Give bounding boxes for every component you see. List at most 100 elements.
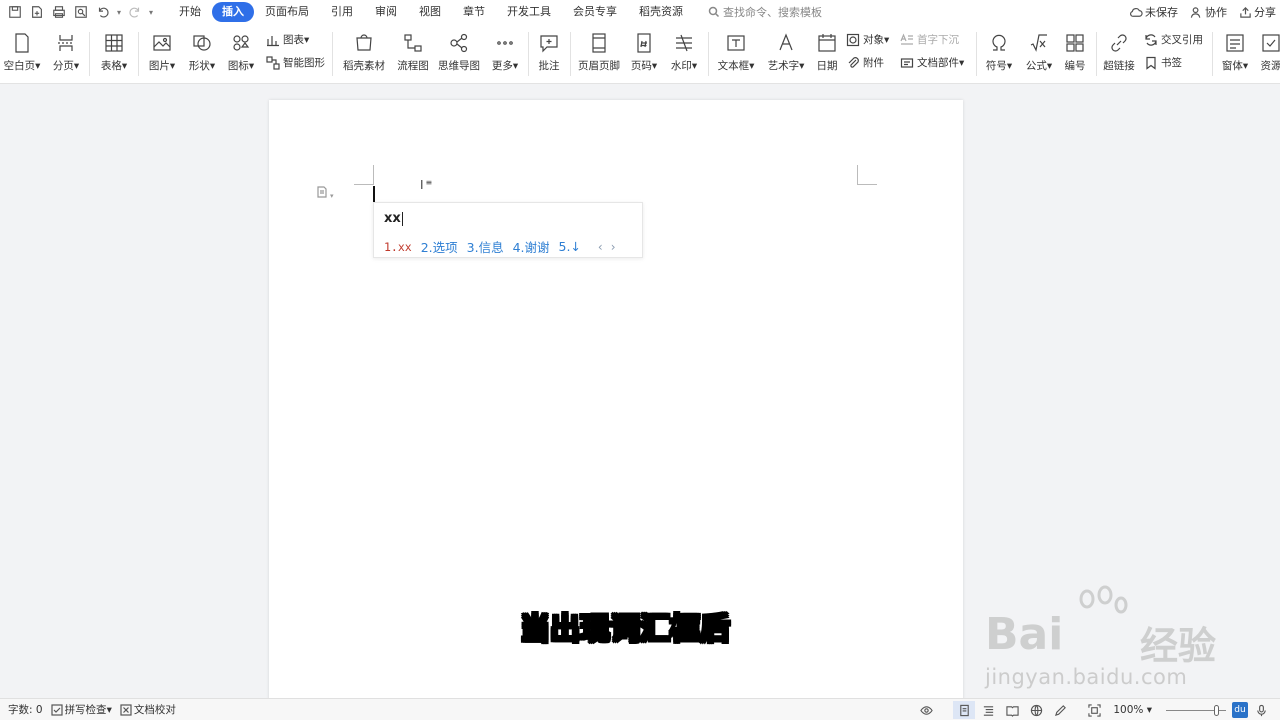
collab-button[interactable]: 协作: [1190, 4, 1227, 20]
status-right: 100% ▾ du: [913, 699, 1272, 720]
tab-docer[interactable]: 稻壳资源: [628, 2, 694, 22]
bookmark-button[interactable]: 书签: [1144, 55, 1182, 70]
page-number-button[interactable]: 页码▾: [626, 30, 662, 73]
ibeam-cursor-icon: I ≡: [420, 178, 433, 192]
customize-icon[interactable]: ▾: [146, 1, 156, 23]
spell-check-button[interactable]: 拼写检查 ▾: [50, 702, 112, 717]
form-button[interactable]: 窗体▾: [1218, 30, 1252, 73]
ime-candidate-5[interactable]: 5.↓: [559, 239, 581, 254]
share-button[interactable]: 分享: [1239, 4, 1276, 20]
page-break-button[interactable]: 分页▾: [48, 30, 84, 73]
margin-corner-right: [857, 165, 877, 185]
numbering-button[interactable]: 编号: [1060, 30, 1090, 73]
formula-button[interactable]: 公式▾: [1022, 30, 1056, 73]
zoom-level[interactable]: 100% ▾: [1113, 704, 1152, 716]
quick-access-toolbar: ▾ ▾: [0, 1, 156, 23]
tab-view[interactable]: 视图: [408, 2, 452, 22]
mind-map-icon: [450, 33, 468, 53]
form-icon: [1226, 34, 1244, 52]
symbol-button[interactable]: 符号▾: [982, 30, 1016, 73]
text-box-button[interactable]: 文本框▾: [714, 30, 758, 73]
doc-parts-button[interactable]: 文档部件 ▾: [900, 55, 964, 70]
picture-button[interactable]: 图片▾: [144, 30, 180, 73]
outline-view-icon[interactable]: [977, 701, 999, 719]
web-view-icon[interactable]: [1025, 701, 1047, 719]
icon-button[interactable]: 图标▾: [223, 30, 259, 73]
mind-map-button[interactable]: 思维导图: [436, 30, 482, 73]
redo-icon[interactable]: [124, 1, 146, 23]
bookmark-icon: [1146, 56, 1156, 70]
ime-candidate-3[interactable]: 3.信息: [467, 237, 504, 256]
ime-candidate-2[interactable]: 2.选项: [421, 237, 458, 256]
calendar-icon: [818, 34, 836, 52]
tab-references[interactable]: 引用: [320, 2, 364, 22]
tab-member[interactable]: 会员专享: [562, 2, 628, 22]
unsaved-button[interactable]: 未保存: [1130, 4, 1178, 20]
tab-developer[interactable]: 开发工具: [496, 2, 562, 22]
tab-page-layout[interactable]: 页面布局: [254, 2, 320, 22]
write-view-icon[interactable]: [1049, 701, 1071, 719]
ribbon-separator: [708, 32, 709, 76]
date-button[interactable]: 日期: [812, 30, 842, 73]
print-preview-icon[interactable]: [70, 1, 92, 23]
tab-home[interactable]: 开始: [168, 2, 212, 22]
flowchart-button[interactable]: 流程图: [395, 30, 431, 73]
picture-icon: [153, 35, 171, 51]
omega-icon: [992, 34, 1006, 51]
undo-icon[interactable]: [92, 1, 114, 23]
microphone-icon[interactable]: [1250, 701, 1272, 719]
baidu-jingyan-watermark: Bai 经验 jingyan.baidu.com: [985, 585, 1245, 695]
ime-candidate-1[interactable]: 1.xx: [384, 240, 412, 254]
shape-button[interactable]: 形状▾: [184, 30, 220, 73]
reading-view-icon[interactable]: [1001, 701, 1023, 719]
tab-review[interactable]: 审阅: [364, 2, 408, 22]
table-button[interactable]: 表格▾: [96, 30, 132, 73]
comment-button[interactable]: 批注: [534, 30, 564, 73]
ribbon-separator: [976, 32, 977, 76]
watermark-brand: Bai: [985, 609, 1064, 660]
ime-candidate-4[interactable]: 4.谢谢: [513, 237, 550, 256]
share-icon: [1240, 6, 1251, 18]
zoom-slider[interactable]: [1166, 704, 1226, 716]
baidu-input-badge[interactable]: du: [1232, 702, 1248, 718]
ime-next-page-icon[interactable]: ›: [611, 240, 616, 254]
tab-chapter[interactable]: 章节: [452, 2, 496, 22]
ribbon-tabs: 开始 插入 页面布局 引用 审阅 视图 章节 开发工具 会员专享 稻壳资源: [168, 2, 694, 22]
paragraph-options-icon[interactable]: ▾: [316, 186, 338, 200]
watermark-button[interactable]: 水印▾: [666, 30, 702, 73]
doc-proof-button[interactable]: 文档校对: [120, 702, 176, 717]
cross-ref-button[interactable]: 交叉引用: [1144, 32, 1203, 47]
blank-page-button[interactable]: 空白页▾: [2, 30, 42, 73]
tab-insert[interactable]: 插入: [212, 2, 254, 22]
zoom-slider-knob[interactable]: [1214, 704, 1219, 716]
header-footer-button[interactable]: 页眉页脚: [576, 30, 622, 73]
chart-button[interactable]: 图表 ▾: [266, 32, 309, 47]
fit-page-icon[interactable]: [1083, 701, 1105, 719]
docer-material-button[interactable]: 稻壳素材: [340, 30, 388, 73]
more-button[interactable]: 更多▾: [488, 30, 522, 73]
command-search[interactable]: 查找命令、搜索模板: [708, 4, 822, 20]
proof-icon: [120, 703, 132, 716]
attachment-button[interactable]: 附件: [846, 55, 884, 70]
object-button[interactable]: 对象 ▾: [846, 32, 889, 47]
print-icon[interactable]: [48, 1, 70, 23]
page-view-icon[interactable]: [953, 701, 976, 719]
word-count[interactable]: 字数: 0: [8, 702, 43, 717]
paperclip-icon: [848, 56, 859, 68]
eye-protection-icon[interactable]: [915, 701, 937, 719]
ribbon-separator: [570, 32, 571, 76]
smart-graphic-button[interactable]: 智能图形: [266, 55, 325, 70]
resources-button[interactable]: 资源: [1256, 30, 1280, 73]
chart-icon: [267, 35, 279, 46]
hyperlink-button[interactable]: 超链接: [1100, 30, 1138, 73]
drop-cap-button[interactable]: 首字下沉: [900, 32, 959, 47]
ribbon-separator: [332, 32, 333, 76]
checkbox-icon: [50, 703, 63, 716]
paw-logo-icon: [1079, 585, 1128, 614]
word-art-button[interactable]: 艺术字▾: [764, 30, 808, 73]
search-icon: [708, 6, 720, 18]
new-doc-icon[interactable]: [26, 1, 48, 23]
save-icon[interactable]: [4, 1, 26, 23]
undo-dropdown-icon[interactable]: ▾: [114, 1, 124, 23]
ime-prev-page-icon[interactable]: ‹: [598, 240, 603, 254]
